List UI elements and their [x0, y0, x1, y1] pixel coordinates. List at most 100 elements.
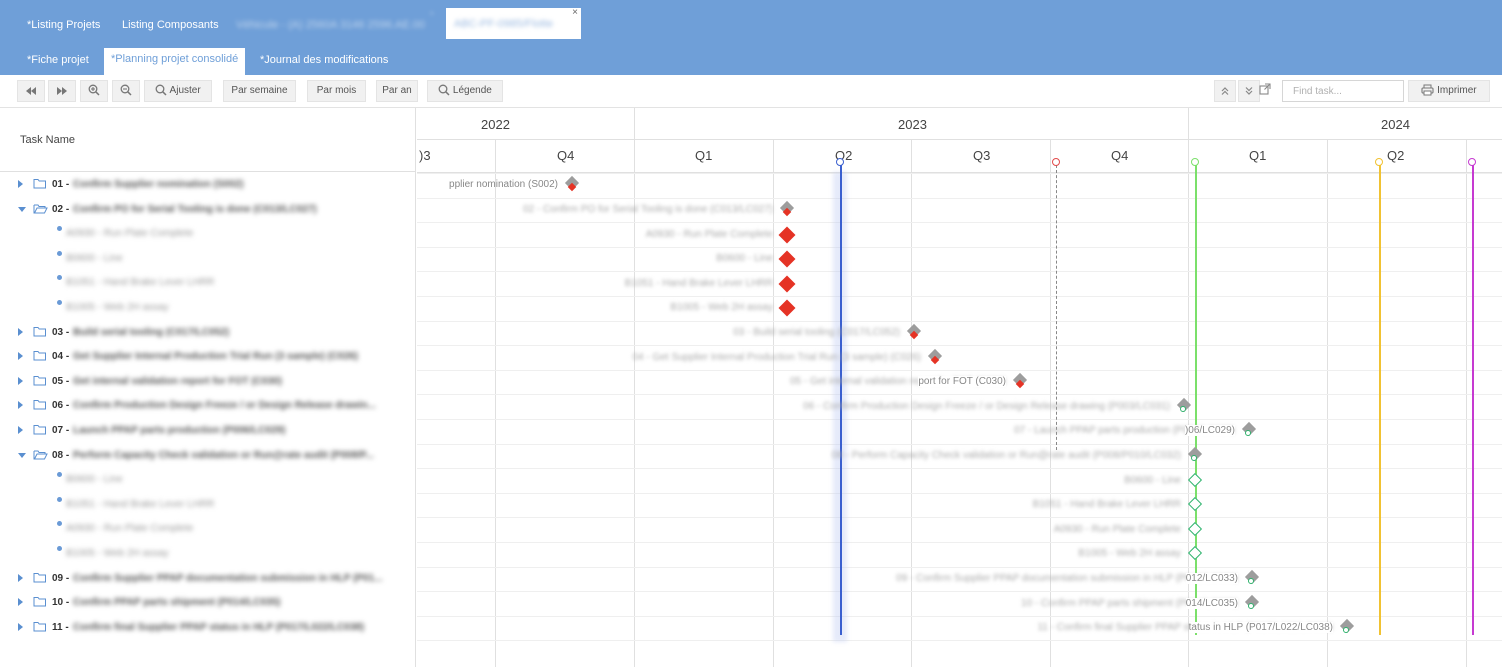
- par-semaine-button[interactable]: Par semaine: [223, 80, 296, 102]
- task-row[interactable]: B1051 - Hand Brake Lever LHRR: [0, 493, 416, 518]
- tab-journal-des-modifications[interactable]: *Journal des modifications: [260, 54, 388, 66]
- expand-arrow-icon[interactable]: [18, 573, 23, 582]
- expand-arrow-icon[interactable]: [18, 327, 23, 336]
- bullet-icon: [57, 226, 62, 232]
- green-marker-head[interactable]: [1191, 158, 1199, 166]
- expand-arrow-icon[interactable]: [18, 622, 23, 631]
- expand-arrow-icon[interactable]: [18, 401, 23, 410]
- expand-arrow-icon[interactable]: [18, 180, 23, 188]
- task-name: B1005 - Web 2H assay: [66, 548, 169, 559]
- task-name-column-header[interactable]: Task Name: [0, 108, 415, 172]
- task-group-row[interactable]: 03 - Build serial tooling (C017/LC052): [0, 321, 416, 346]
- bullet-icon: [57, 546, 62, 551]
- task-group-row[interactable]: 01 - Confirm Supplier nomination (S002): [0, 173, 416, 198]
- task-group-row[interactable]: 09 - Confirm Supplier PPAP documentation …: [0, 567, 416, 592]
- task-group-row[interactable]: 07 - Launch PPAP parts production (P006/L…: [0, 419, 416, 444]
- tab-planning-projet-consolide[interactable]: *Planning projet consolidé: [104, 48, 246, 75]
- par-mois-button[interactable]: Par mois: [307, 80, 366, 102]
- task-group-row[interactable]: 10 - Confirm PPAP parts shipment (P014/LC…: [0, 591, 416, 616]
- fast-forward-button[interactable]: [48, 80, 76, 102]
- late-milestone-icon[interactable]: [778, 299, 796, 317]
- find-task-input[interactable]: [1282, 80, 1404, 102]
- zoom-in-button[interactable]: [80, 80, 108, 102]
- ok-milestone-icon[interactable]: [1187, 521, 1203, 536]
- task-group-row[interactable]: 04 - Get Supplier Internal Production Tri…: [0, 345, 416, 370]
- expand-arrow-icon[interactable]: [18, 426, 23, 434]
- ajuster-button[interactable]: Ajuster: [144, 80, 212, 102]
- purple-marker-head[interactable]: [1468, 158, 1476, 166]
- task-name: B0600 - Line: [66, 252, 123, 264]
- task-row[interactable]: B0600 - Line: [0, 468, 416, 493]
- folder-icon: [33, 375, 47, 389]
- task-group-row[interactable]: 02 - Confirm PO for Serial Tooling is don…: [0, 198, 416, 223]
- milestone-label: A0930 - Run Plate Complete: [1053, 523, 1181, 535]
- quarter-label-q2-2024: Q2: [1387, 148, 1405, 163]
- row-gridline: [417, 615, 1502, 617]
- par-an-button[interactable]: Par an: [376, 80, 418, 102]
- task-number: 03 -: [52, 326, 70, 338]
- task-row[interactable]: B1005 - Web 2H assay: [0, 296, 416, 321]
- milestone-label: 06 - Confirm Production Design Freeze / …: [803, 400, 1170, 412]
- collapse-up-icon: [1220, 85, 1230, 96]
- expand-arrow-icon[interactable]: [18, 352, 23, 361]
- folder-icon: [33, 178, 47, 192]
- collapse-arrow-icon[interactable]: [18, 206, 26, 212]
- tab-listing-composants[interactable]: Listing Composants: [122, 19, 219, 31]
- imprimer-label: Imprimer: [1437, 85, 1477, 96]
- task-group-row[interactable]: 05 - Get internal validation report for F…: [0, 370, 416, 395]
- tab-fiche-projet[interactable]: *Fiche projet: [27, 54, 89, 66]
- top-tab-bar: *Listing Projets Listing Composants Véhi…: [0, 0, 1502, 75]
- row-gridline: [417, 443, 1502, 445]
- collapse-arrow-icon[interactable]: [18, 452, 26, 458]
- task-number: 06 -: [52, 400, 70, 412]
- task-name: B1051 - Hand Brake Lever LHRR: [66, 498, 215, 510]
- imprimer-button[interactable]: Imprimer: [1408, 80, 1490, 102]
- red-marker-head[interactable]: [1052, 158, 1060, 166]
- collapse-all-button[interactable]: [1214, 80, 1236, 102]
- legende-label: Légende: [452, 85, 492, 96]
- rewind-button[interactable]: [17, 80, 45, 102]
- ok-milestone-icon[interactable]: [1187, 497, 1203, 512]
- bullet-icon: [57, 250, 62, 256]
- milestone-label: 08 - Perform Capacity Check validation o…: [831, 449, 1181, 461]
- task-group-row[interactable]: 08 - Perform Capacity Check validation or…: [0, 444, 416, 469]
- task-row[interactable]: B1051 - Hand Brake Lever LHRR: [0, 271, 416, 296]
- task-row[interactable]: B1005 - Web 2H assay: [0, 542, 416, 567]
- task-group-row[interactable]: 06 - Confirm Production Design Freeze / o…: [0, 394, 416, 419]
- zoom-out-button[interactable]: [112, 80, 140, 102]
- bullet-icon: [57, 521, 62, 527]
- expand-arrow-icon[interactable]: [18, 598, 23, 607]
- ok-milestone-icon[interactable]: [1187, 472, 1203, 487]
- gantt-chart: 2022 2023 2024 )3 Q4 Q1 Q2 Q3 Q4 Q1 Q2 p…: [417, 108, 1502, 667]
- task-group-row[interactable]: 11 - Confirm final Supplier PPAP status i…: [0, 616, 416, 641]
- row-gridline: [417, 640, 1502, 642]
- ok-indicator-icon: [1248, 602, 1254, 609]
- task-name: Build serial tooling (C017/LC052): [73, 326, 230, 338]
- late-milestone-icon[interactable]: [778, 226, 796, 243]
- late-milestone-icon[interactable]: [778, 250, 796, 268]
- today-marker-head[interactable]: [836, 158, 844, 166]
- legende-button[interactable]: Légende: [427, 80, 503, 102]
- yellow-marker-head[interactable]: [1375, 158, 1383, 166]
- row-gridline: [417, 320, 1502, 322]
- milestone-label-visible: 012/LC033): [1185, 572, 1238, 584]
- row-gridline: [417, 369, 1502, 371]
- fast-forward-icon: [56, 85, 68, 96]
- tab-flotte[interactable]: ABC-PF-0985/Flotte ×: [446, 7, 581, 39]
- quarter-gridline: [634, 139, 635, 667]
- task-row[interactable]: A0930 - Run Plate Complete: [0, 517, 416, 542]
- late-milestone-icon[interactable]: [778, 275, 796, 293]
- expand-arrow-icon[interactable]: [18, 376, 23, 385]
- open-external-button[interactable]: [1254, 80, 1276, 102]
- tab-vehicule[interactable]: Véhicule - (A) 2560A 3146 2596.AE.00: [236, 19, 425, 31]
- task-name: Confirm final Supplier PPAP status in HL…: [73, 621, 365, 633]
- task-number: 05 -: [52, 375, 70, 387]
- task-row[interactable]: B0600 - Line: [0, 247, 416, 272]
- ok-milestone-icon[interactable]: [1187, 546, 1203, 561]
- search-icon: [155, 84, 167, 96]
- close-icon[interactable]: ×: [572, 7, 578, 18]
- tab-listing-projets[interactable]: *Listing Projets: [27, 19, 100, 31]
- year-gridline: [1188, 108, 1189, 139]
- row-gridline: [417, 468, 1502, 470]
- task-row[interactable]: A0930 - Run Plate Complete: [0, 222, 416, 247]
